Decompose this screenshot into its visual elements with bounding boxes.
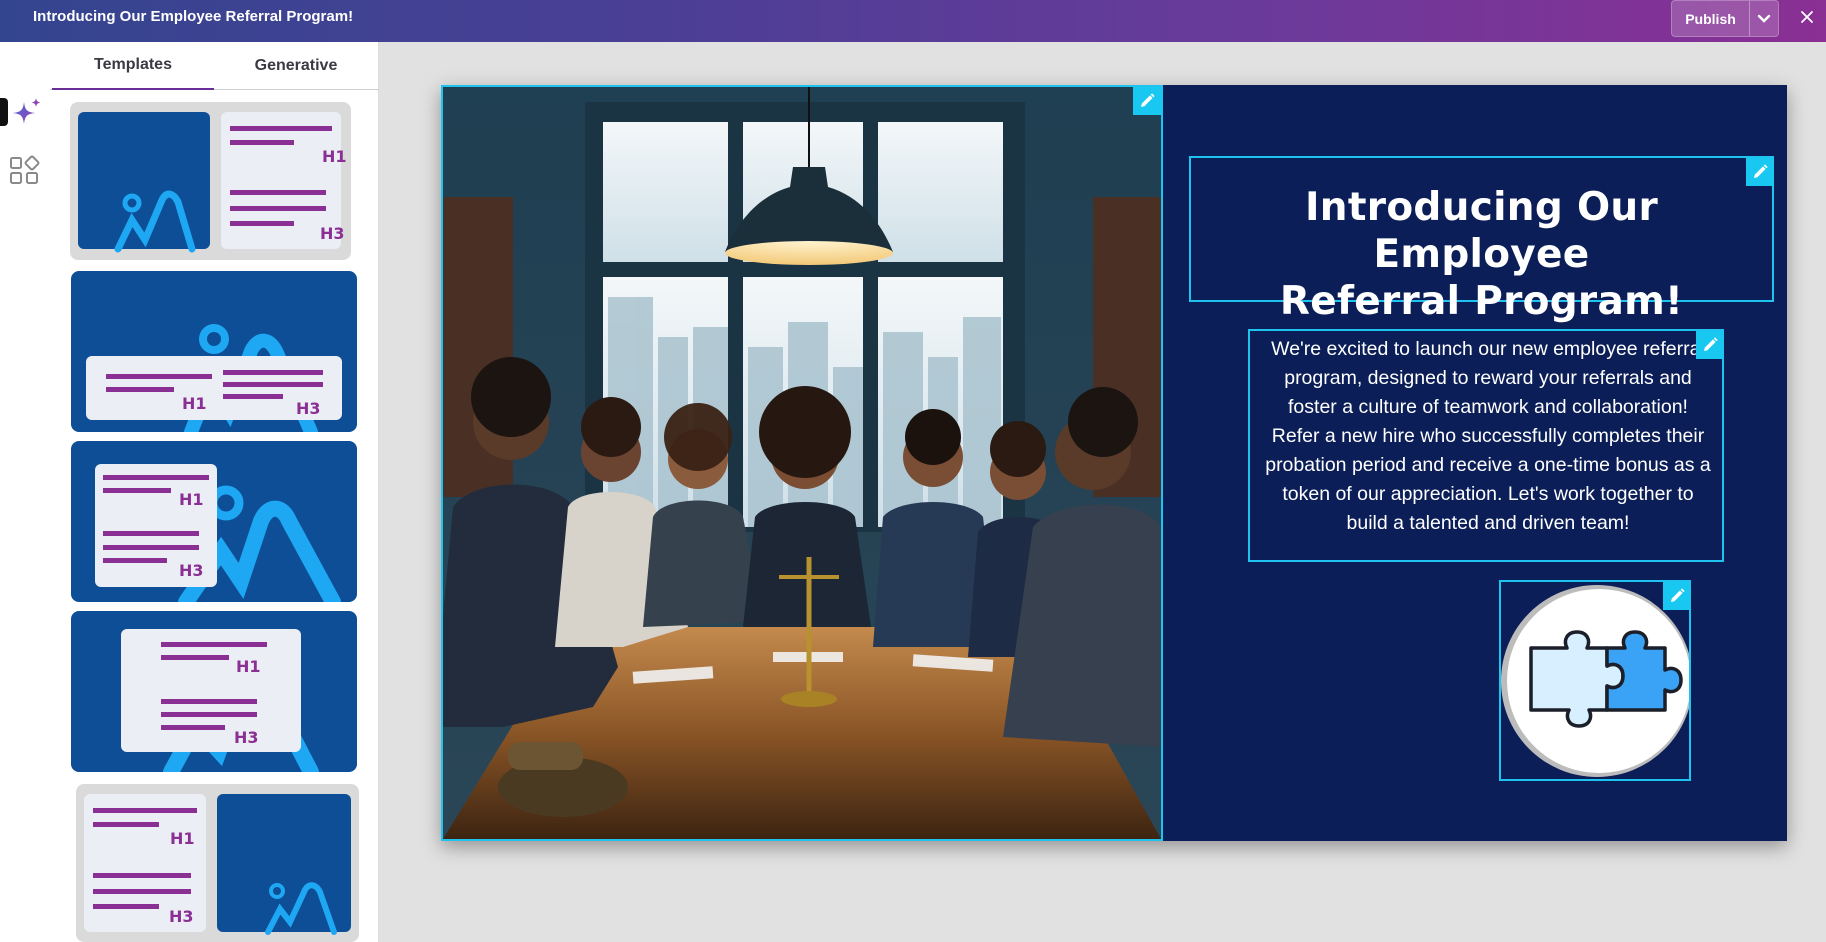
template-text-left-image-right[interactable]: H1 H3 xyxy=(76,784,359,942)
template-h3-label: H3 xyxy=(320,224,345,243)
ai-sparkle-icon[interactable] xyxy=(9,96,43,130)
template-text-card-left[interactable]: H1 H3 xyxy=(71,441,357,602)
template-h1-label: H1 xyxy=(179,490,204,509)
body-line: foster a culture of teamwork and collabo… xyxy=(1288,396,1688,418)
slide-heading-box[interactable]: Introducing Our Employee Referral Progra… xyxy=(1189,156,1774,324)
pencil-icon xyxy=(1141,93,1155,107)
slide-canvas: Introducing Our Employee Referral Progra… xyxy=(441,85,1787,841)
slide-heading-line-2: Referral Program! xyxy=(1279,279,1684,324)
template-h1-label: H1 xyxy=(236,657,261,676)
close-button[interactable] xyxy=(1796,6,1818,28)
template-h3-label: H3 xyxy=(169,907,194,926)
slide-icon-box[interactable] xyxy=(1499,580,1693,781)
puzzle-pieces-icon xyxy=(1501,585,1693,777)
templates-panel: Templates Generative H1 H3 H1 H3 H1 H3 H… xyxy=(50,42,379,942)
tab-templates[interactable]: Templates xyxy=(52,42,214,90)
edit-image-button[interactable] xyxy=(1133,87,1161,115)
template-text-card-center[interactable]: H1 H3 xyxy=(71,611,357,772)
body-line: Refer a new hire who successfully comple… xyxy=(1271,425,1705,447)
body-line: We're excited to launch our new employee… xyxy=(1271,338,1705,360)
slide-body-box[interactable]: We're excited to launch our new employee… xyxy=(1248,329,1724,562)
pencil-icon xyxy=(1754,164,1768,178)
template-h3-label: H3 xyxy=(296,399,321,418)
template-h1-label: H1 xyxy=(322,147,347,166)
body-line: build a talented and driven team! xyxy=(1346,512,1630,534)
slide-body-text: We're excited to launch our new employee… xyxy=(1250,335,1722,538)
edit-body-button[interactable] xyxy=(1696,331,1722,359)
panel-tabs: Templates Generative xyxy=(50,42,379,90)
pencil-icon xyxy=(1671,588,1685,602)
template-h3-label: H3 xyxy=(234,728,259,747)
template-h1-label: H1 xyxy=(182,394,207,413)
publish-button-group: Publish xyxy=(1671,0,1779,37)
publish-options-button[interactable] xyxy=(1750,1,1778,36)
body-line: token of our appreciation. Let's work to… xyxy=(1282,483,1694,505)
pencil-icon xyxy=(1704,337,1718,351)
template-h1-label: H1 xyxy=(170,829,195,848)
chevron-down-icon xyxy=(1757,14,1771,23)
left-rail xyxy=(0,42,50,942)
body-line: program, designed to reward your referra… xyxy=(1284,367,1692,389)
edit-heading-button[interactable] xyxy=(1746,158,1774,186)
template-h3-label: H3 xyxy=(179,561,204,580)
template-image-left-text-right[interactable]: H1 H3 xyxy=(70,102,351,260)
template-text-bar-bottom[interactable]: H1 H3 xyxy=(71,271,357,432)
tab-generative[interactable]: Generative xyxy=(214,42,378,90)
active-rail-indicator xyxy=(0,98,8,126)
top-bar: Introducing Our Employee Referral Progra… xyxy=(0,0,1826,42)
body-line: probation period and receive a one-time … xyxy=(1265,454,1711,476)
slide-image[interactable] xyxy=(441,85,1163,841)
team-meeting-photo xyxy=(443,87,1161,839)
document-title: Introducing Our Employee Referral Progra… xyxy=(33,8,354,25)
publish-button[interactable]: Publish xyxy=(1672,1,1750,36)
edit-icon-button[interactable] xyxy=(1663,582,1691,610)
slide-heading: Introducing Our Employee Referral Progra… xyxy=(1191,184,1772,325)
templates-grid-icon[interactable] xyxy=(9,154,41,186)
slide-heading-line-1: Introducing Our Employee xyxy=(1304,185,1659,277)
close-icon xyxy=(1801,11,1813,23)
